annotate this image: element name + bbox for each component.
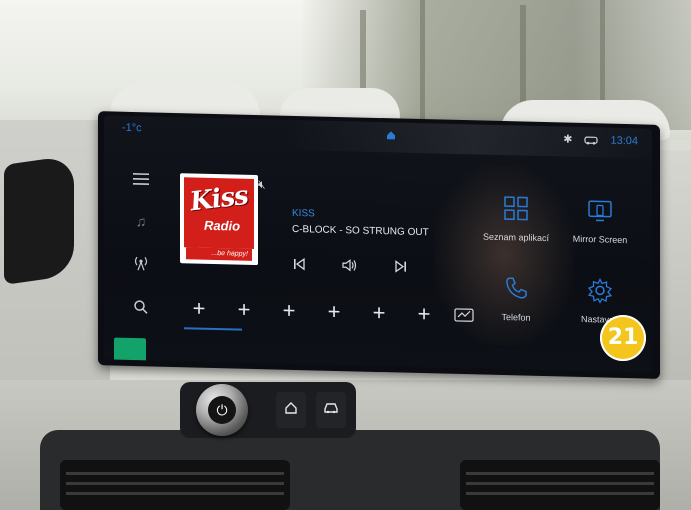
- app-app-list[interactable]: Seznam aplikací: [476, 194, 556, 243]
- temperature-readout: -1°c: [122, 121, 142, 135]
- air-vent: [60, 460, 290, 510]
- clock: 13:04: [610, 134, 638, 147]
- add-favourite-button[interactable]: +: [184, 293, 214, 324]
- infotainment-screen: -1°c ✱ 13:04 ♫ Kiss Radio ...be happy! 🔇…: [104, 115, 652, 373]
- tree-trunk: [520, 5, 526, 115]
- gear-icon: [587, 277, 613, 304]
- app-mirror-screen[interactable]: Mirror Screen: [560, 196, 640, 245]
- green-sticker: [114, 337, 146, 363]
- home-indicator-icon[interactable]: [386, 130, 396, 140]
- air-vent-left: [4, 155, 74, 285]
- mute-icon[interactable]: 🔇︎: [258, 177, 266, 192]
- next-icon[interactable]: [392, 257, 410, 275]
- station-name: KISS: [292, 207, 315, 220]
- overlay-number-badge: 21: [600, 315, 646, 361]
- tree-trunk: [420, 0, 425, 120]
- add-favourite-button[interactable]: +: [229, 294, 259, 325]
- app-label: Telefon: [501, 312, 531, 323]
- favourites-row: + + + + + +: [184, 293, 474, 330]
- favourites-page-indicator: [184, 327, 242, 331]
- home-button[interactable]: [276, 392, 306, 428]
- add-favourite-button[interactable]: +: [364, 298, 394, 329]
- photo-scene: -1°c ✱ 13:04 ♫ Kiss Radio ...be happy! 🔇…: [0, 0, 691, 510]
- phone-icon: [506, 277, 527, 299]
- album-art-sub: Radio: [204, 217, 241, 234]
- app-label: Seznam aplikací: [482, 231, 550, 244]
- status-icons: ✱ 13:04: [563, 133, 638, 148]
- bluetooth-icon: ✱: [563, 133, 573, 146]
- radio-signal-icon[interactable]: [130, 252, 152, 275]
- track-title: C-BLOCK - SO STRUNG OUT: [292, 223, 429, 239]
- add-favourite-button[interactable]: +: [409, 299, 439, 330]
- playback-controls: [290, 254, 410, 277]
- grid-icon: [504, 196, 528, 221]
- edit-favourites-icon[interactable]: [454, 307, 474, 323]
- volume-knob[interactable]: ⏻: [196, 384, 248, 436]
- car-icon: [324, 403, 338, 414]
- menu-icon[interactable]: [130, 168, 152, 191]
- car-link-icon: [584, 136, 599, 145]
- album-art-tagline: ...be happy!: [186, 247, 252, 261]
- volume-icon[interactable]: [341, 256, 359, 274]
- app-phone[interactable]: Telefon: [476, 274, 556, 323]
- search-icon[interactable]: [130, 296, 152, 319]
- album-art[interactable]: Kiss Radio ...be happy!: [180, 173, 258, 266]
- mirror-screen-icon: [588, 200, 612, 222]
- power-icon: ⏻: [208, 396, 236, 424]
- add-favourite-button[interactable]: +: [274, 295, 304, 326]
- add-favourite-button[interactable]: +: [319, 297, 349, 328]
- home-icon: [285, 402, 297, 414]
- car-settings-button[interactable]: [316, 392, 346, 428]
- music-note-icon[interactable]: ♫: [130, 210, 152, 233]
- left-rail: ♫: [104, 145, 174, 363]
- app-label: Mirror Screen: [572, 233, 628, 246]
- previous-icon[interactable]: [290, 255, 308, 273]
- air-vent: [460, 460, 660, 510]
